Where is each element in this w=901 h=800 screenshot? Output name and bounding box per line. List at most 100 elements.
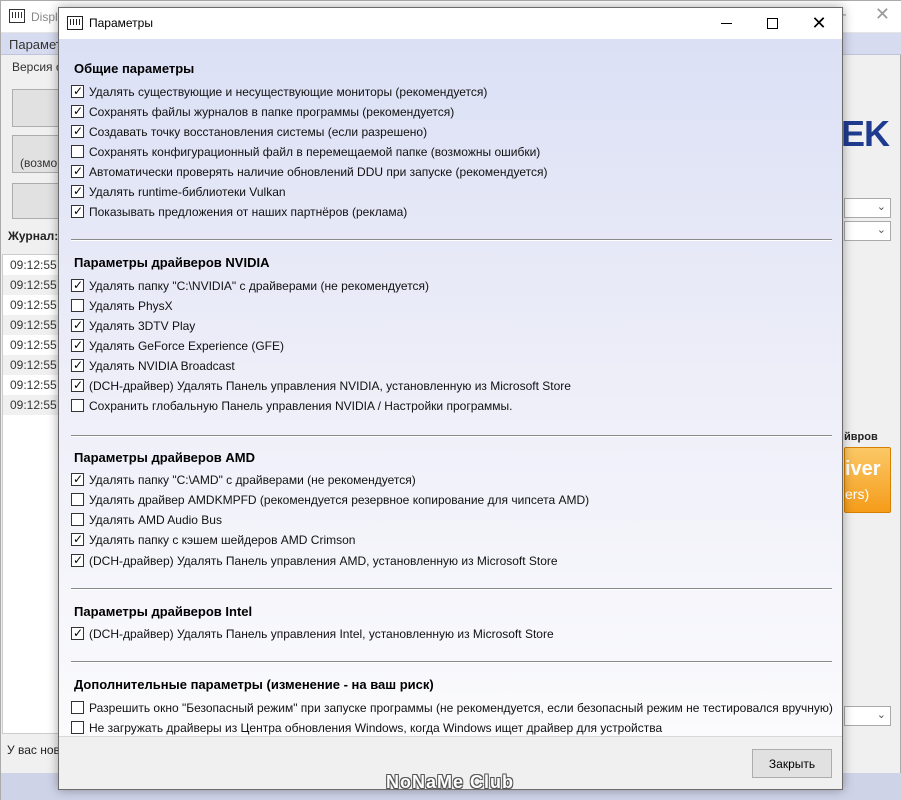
chevron-down-icon: ⌄ bbox=[876, 201, 886, 213]
option-checkbox[interactable]: Не загружать драйверы из Центра обновлен… bbox=[71, 720, 662, 736]
log-line: 09:12:55 bbox=[3, 355, 61, 375]
option-checkbox[interactable]: Удалять папку "C:\NVIDIA" с драйверами (… bbox=[71, 277, 430, 296]
option-checkbox[interactable]: Удалять существующие и несуществующие мо… bbox=[71, 83, 488, 102]
log-line: 09:12:55 bbox=[3, 315, 61, 335]
section-separator bbox=[71, 435, 832, 437]
option-checkbox[interactable]: Сохранять файлы журналов в папке програм… bbox=[71, 103, 455, 122]
dialog-titlebar: Параметры ✕ bbox=[59, 8, 842, 39]
option-checkbox[interactable]: (DCH-драйвер) Удалять Панель управления … bbox=[71, 625, 554, 644]
option-label: (DCH-драйвер) Удалять Панель управления … bbox=[89, 379, 571, 393]
clean-shutdown-button[interactable] bbox=[12, 183, 62, 219]
checkbox-checked-icon[interactable] bbox=[71, 163, 84, 179]
checkbox-checked-icon[interactable] bbox=[71, 337, 84, 353]
close-button[interactable]: ✕ bbox=[796, 8, 842, 39]
option-checkbox[interactable]: (DCH-драйвер) Удалять Панель управления … bbox=[71, 377, 571, 396]
checkbox-checked-icon[interactable] bbox=[71, 103, 84, 119]
checkbox-checked-icon[interactable] bbox=[71, 83, 84, 99]
option-checkbox[interactable]: Удалять драйвер AMDKMPFD (рекомендуется … bbox=[71, 492, 589, 510]
log-line: 09:12:55 bbox=[10, 378, 57, 392]
section-separator bbox=[71, 661, 832, 663]
checkbox-checked-icon[interactable] bbox=[71, 277, 84, 293]
option-checkbox[interactable]: Удалять AMD Audio Bus bbox=[71, 512, 222, 530]
chevron-down-icon: ⌄ bbox=[876, 224, 886, 236]
section-title-nvidia: Параметры драйверов NVIDIA bbox=[74, 255, 270, 270]
checkbox-checked-icon[interactable] bbox=[71, 183, 84, 199]
driver-ad-banner[interactable]: iver ers) bbox=[844, 447, 891, 513]
option-checkbox[interactable]: Сохранить глобальную Панель управления N… bbox=[71, 398, 513, 416]
checkbox-checked-icon[interactable] bbox=[71, 377, 84, 393]
option-label: (DCH-драйвер) Удалять Панель управления … bbox=[89, 554, 558, 568]
checkbox-unchecked-icon[interactable] bbox=[71, 399, 84, 413]
menu-item-parameters[interactable]: Парамет bbox=[9, 37, 62, 52]
checkbox-checked-icon[interactable] bbox=[71, 317, 84, 333]
checkbox-checked-icon[interactable] bbox=[71, 471, 84, 487]
option-checkbox[interactable]: Удалять GeForce Experience (GFE) bbox=[71, 337, 284, 356]
close-icon[interactable]: ✕ bbox=[875, 4, 890, 25]
option-label: Удалять NVIDIA Broadcast bbox=[89, 359, 235, 373]
close-icon: ✕ bbox=[811, 13, 827, 33]
checkbox-checked-icon[interactable] bbox=[71, 357, 84, 373]
option-label: Удалять PhysX bbox=[89, 299, 173, 313]
option-checkbox[interactable]: Удалять PhysX bbox=[71, 298, 173, 316]
option-checkbox[interactable]: Сохранять конфигурационный файл в переме… bbox=[71, 144, 540, 162]
vendor-logo: EK bbox=[841, 113, 890, 154]
close-dialog-button[interactable]: Закрыть bbox=[752, 749, 832, 778]
clean-restart-button[interactable] bbox=[12, 89, 62, 127]
minimize-icon bbox=[721, 23, 732, 24]
checkbox-checked-icon[interactable] bbox=[71, 531, 84, 547]
option-label: Удалять GeForce Experience (GFE) bbox=[89, 339, 284, 353]
device-type-select[interactable]: ⌄ bbox=[844, 198, 891, 218]
checkbox-checked-icon[interactable] bbox=[71, 203, 84, 219]
option-label: Удалять папку "C:\NVIDIA" с драйверами (… bbox=[89, 279, 430, 293]
section-title-amd: Параметры драйверов AMD bbox=[74, 450, 255, 465]
checkbox-unchecked-icon[interactable] bbox=[71, 701, 84, 715]
option-label: Показывать предложения от наших партнёро… bbox=[89, 205, 408, 219]
option-label: Разрешить окно "Безопасный режим" при за… bbox=[89, 701, 833, 715]
log-line: 09:12:55 bbox=[10, 338, 57, 352]
dialog-title: Параметры bbox=[89, 16, 153, 30]
checkbox-unchecked-icon[interactable] bbox=[71, 721, 84, 735]
option-checkbox[interactable]: Удалять NVIDIA Broadcast bbox=[71, 357, 235, 376]
section-title-advanced: Дополнительные параметры (изменение - на… bbox=[74, 677, 434, 692]
option-checkbox[interactable]: Разрешить окно "Безопасный режим" при за… bbox=[71, 700, 833, 718]
option-label: Создавать точку восстановления системы (… bbox=[89, 125, 428, 139]
option-checkbox[interactable]: Удалять 3DTV Play bbox=[71, 317, 196, 336]
option-checkbox[interactable]: Удалять папку с кэшем шейдеров AMD Crims… bbox=[71, 531, 356, 550]
maximize-button[interactable] bbox=[750, 8, 796, 39]
option-checkbox[interactable]: Удалять папку "C:\AMD" с драйверами (не … bbox=[71, 471, 416, 490]
checkbox-checked-icon[interactable] bbox=[71, 625, 84, 641]
section-title-general: Общие параметры bbox=[74, 61, 195, 76]
option-label: Удалять папку с кэшем шейдеров AMD Crims… bbox=[89, 533, 356, 547]
option-label: Удалять AMD Audio Bus bbox=[89, 513, 222, 527]
checkbox-unchecked-icon[interactable] bbox=[71, 493, 84, 507]
option-label: Удалять существующие и несуществующие мо… bbox=[89, 85, 488, 99]
option-checkbox[interactable]: Удалять runtime-библиотеки Vulkan bbox=[71, 183, 286, 202]
checkbox-unchecked-icon[interactable] bbox=[71, 145, 84, 159]
option-label: Сохранять файлы журналов в папке програм… bbox=[89, 105, 455, 119]
checkbox-unchecked-icon[interactable] bbox=[71, 513, 84, 527]
option-checkbox[interactable]: (DCH-драйвер) Удалять Панель управления … bbox=[71, 552, 558, 571]
minimize-button[interactable] bbox=[704, 8, 750, 39]
option-label: Удалять 3DTV Play bbox=[89, 319, 196, 333]
section-separator bbox=[71, 239, 832, 241]
checkbox-checked-icon[interactable] bbox=[71, 123, 84, 139]
journal-label: Журнал: bbox=[8, 229, 59, 243]
option-label: Удалять драйвер AMDKMPFD (рекомендуется … bbox=[89, 493, 590, 507]
maximize-icon bbox=[767, 18, 778, 29]
log-list[interactable]: 09:12:55 09:12:55 09:12:55 09:12:55 09:1… bbox=[2, 254, 62, 734]
option-label: Удалять runtime-библиотеки Vulkan bbox=[89, 185, 286, 199]
language-select[interactable]: ⌄ bbox=[844, 706, 891, 726]
vendor-select[interactable]: ⌄ bbox=[844, 221, 891, 241]
clean-no-restart-button-label: (возмо bbox=[20, 156, 58, 170]
checkbox-unchecked-icon[interactable] bbox=[71, 299, 84, 313]
options-dialog: Параметры ✕ Общие параметры Удалять суще… bbox=[58, 7, 843, 790]
option-checkbox[interactable]: Показывать предложения от наших партнёро… bbox=[71, 203, 408, 222]
option-label: Сохранить глобальную Панель управления N… bbox=[89, 399, 513, 413]
main-window-title: Displ bbox=[31, 10, 58, 24]
checkbox-checked-icon[interactable] bbox=[71, 552, 84, 568]
log-line: 09:12:55 bbox=[10, 298, 57, 312]
option-checkbox[interactable]: Создавать точку восстановления системы (… bbox=[71, 123, 428, 142]
drivers-caption: йвров bbox=[844, 431, 878, 443]
app-icon bbox=[9, 9, 25, 23]
option-checkbox[interactable]: Автоматически проверять наличие обновлен… bbox=[71, 163, 547, 182]
